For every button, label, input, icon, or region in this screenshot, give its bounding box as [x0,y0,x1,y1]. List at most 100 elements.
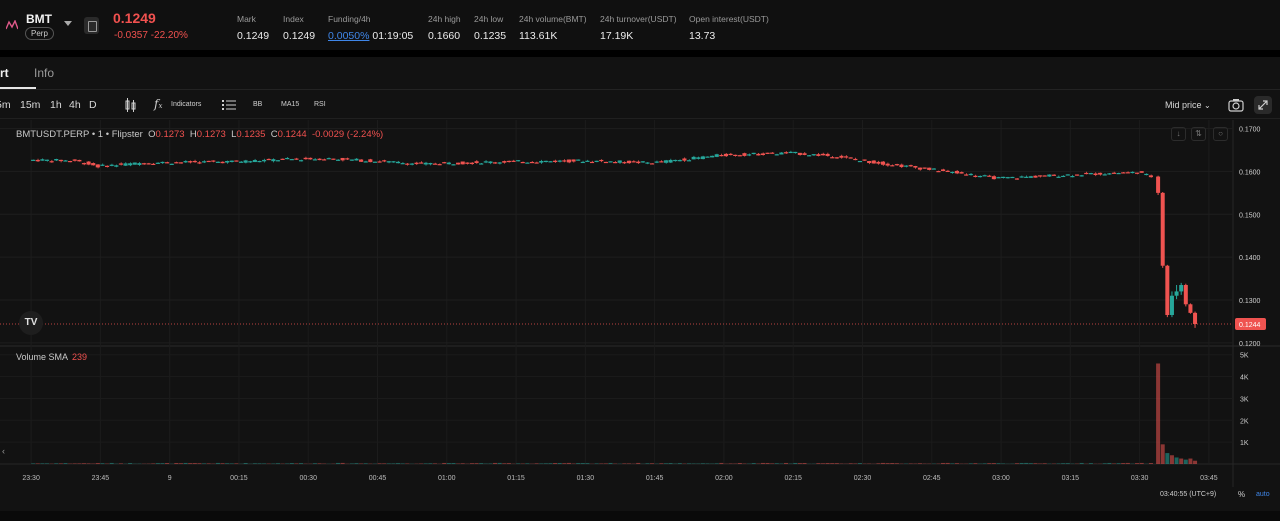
volume-bar [608,462,613,464]
candle-body [354,158,359,161]
volume-bar [765,462,770,464]
candle-body [215,161,220,163]
symbol-name[interactable]: BMT [26,12,52,26]
clock-readout[interactable]: 03:40:55 (UTC+9) [1160,491,1216,498]
candle-body [1139,171,1144,173]
volume-bar [446,463,451,464]
volume-bar [165,463,170,464]
candle-body [1156,176,1161,193]
candle-body [211,160,216,162]
candle-body [206,160,211,163]
volume-bar [830,463,835,464]
candle-body [945,170,950,173]
x-tick-label: 02:30 [854,475,872,482]
candle-body [1121,172,1126,174]
candle-body [1065,174,1070,176]
volume-bar [890,463,895,464]
candle-body [747,154,752,156]
candle-body [409,163,414,165]
price-chart[interactable]: 23:30 23:45 9 00:15 00:30 00:45 01:00 01:15 01:3… [0,57,1280,511]
candle-body [220,161,225,164]
candle-body [81,163,87,165]
candle-body [1061,175,1066,178]
volume-bar [783,462,789,464]
volume-bar [243,462,248,464]
candle-body [345,158,350,160]
collapse-icon[interactable]: ⇅ [1191,127,1206,141]
candle-body [104,165,110,168]
candle-body [673,159,678,162]
volume-bar [626,463,632,464]
volume-bar [700,463,705,464]
candle-body [977,175,983,178]
arrow-down-icon[interactable]: ↓ [1171,127,1186,141]
volume-bar [188,463,193,464]
stat-label: 24h volume(BMT) [519,14,587,24]
auto-scale-toggle[interactable]: auto [1256,491,1270,498]
volume-bar [1116,463,1121,464]
candle-body [349,159,354,161]
candle-body [589,161,595,164]
volume-bar [1102,463,1107,464]
volume-bar [760,462,765,464]
settings-icon[interactable]: ○ [1213,127,1228,141]
scroll-left-icon[interactable]: ‹ [2,446,5,456]
volume-bar [197,463,202,464]
volume-bar [686,463,692,464]
volume-bar [987,463,992,464]
candle-body [557,160,562,162]
candle-body [391,161,396,163]
volume-bar [174,462,179,464]
volume-bar [95,463,100,464]
candle-body [1107,173,1112,175]
candle-body [437,164,442,166]
funding-rate-link[interactable]: 0.0050% [328,30,369,42]
volume-bar [423,463,428,464]
candle-body [1102,174,1107,176]
volume-bar [562,463,567,464]
volume-bar [1156,363,1161,464]
candle-body [469,162,475,164]
candle-body [580,161,585,164]
candle-body [262,159,267,162]
volume-sma-value: 239 [72,352,88,362]
volume-bar [201,463,207,464]
volume-bar [719,462,724,464]
candle-body [1038,175,1043,177]
candle-body [705,156,710,158]
candle-body [456,162,461,165]
volume-bar [294,463,299,464]
candle-body [146,163,151,165]
tradingview-logo-icon[interactable]: TV [19,311,43,335]
candle-body [566,159,572,163]
candle-body [178,162,184,164]
x-tick-label: 01:00 [438,475,456,482]
candle-body [599,159,604,162]
volume-bar [178,463,184,464]
candle-body [696,157,701,159]
candle-body [737,155,742,157]
volume-bar [982,463,987,464]
volume-bar [1125,462,1130,464]
candle-body [770,152,775,154]
volume-bar [100,463,105,464]
legend-h-label: H [189,129,197,140]
volume-bar [594,463,599,464]
price-change: -0.0357 -22.20% [114,30,188,41]
volume-bar [1183,459,1188,464]
candle-body [405,163,410,165]
volume-bar [1107,462,1112,464]
volume-bar [58,463,63,464]
candle-body [973,175,978,177]
volume-bar [488,463,493,464]
candle-body [109,164,114,166]
candle-body [516,160,521,162]
symbol-dropdown-chevron-icon[interactable] [64,21,72,26]
volume-bar [603,463,608,464]
volume-tick-label: 2K [1240,418,1249,425]
candle-body [1098,172,1103,175]
candle-body [446,162,451,165]
document-icon[interactable] [84,17,99,34]
percent-toggle[interactable]: % [1238,490,1245,499]
volume-bar [857,463,862,464]
